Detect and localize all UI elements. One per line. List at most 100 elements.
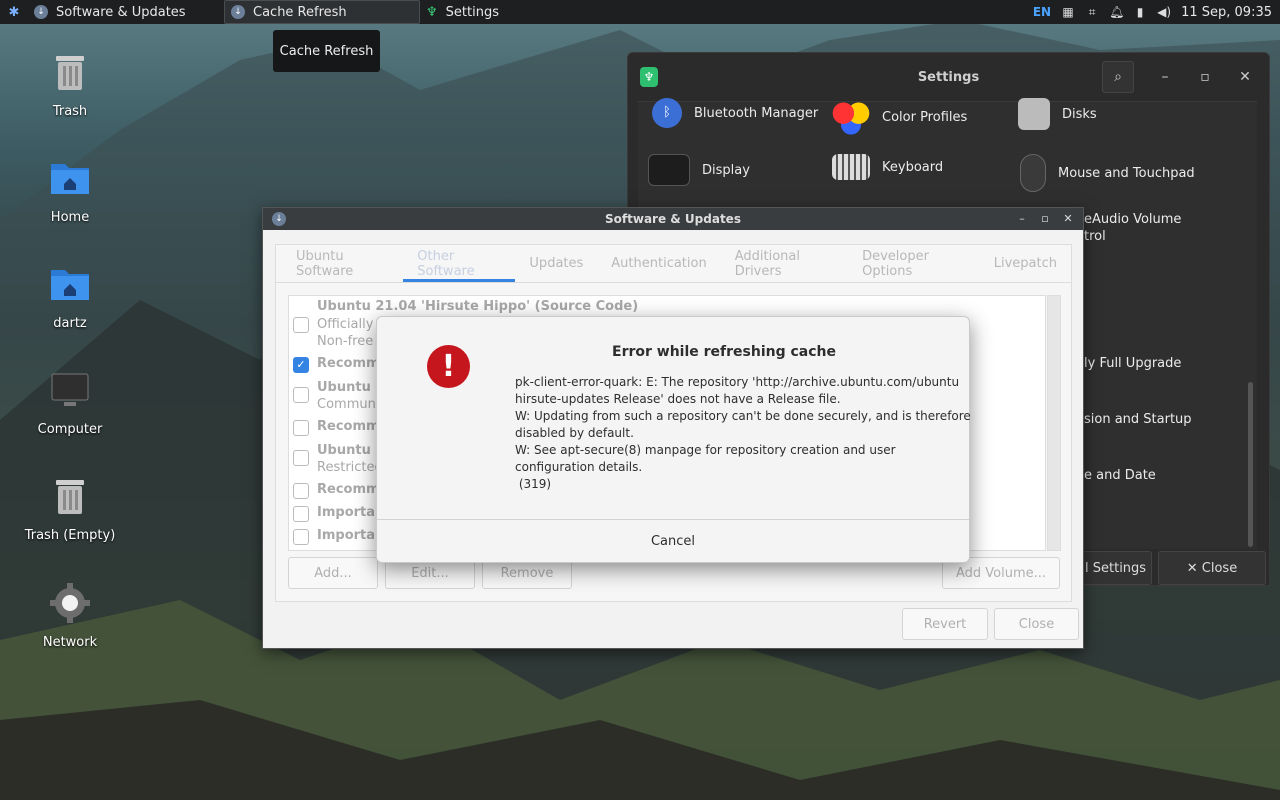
color-profiles-icon (832, 98, 870, 136)
maximize-icon: ▫ (1200, 69, 1210, 85)
keyboard-layout-indicator[interactable]: EN (1033, 5, 1051, 19)
list-item[interactable]: Ubuntu 21.04 'Hirsute Hippo' (Source Cod… (317, 299, 638, 314)
system-tray: EN ▦ ⌗ 🔔︎ ▮ ◀) 11 Sep, 09:35 (1033, 5, 1280, 20)
close-button[interactable]: ✕ (1060, 211, 1076, 227)
taskbar-item-software-updates[interactable]: ↓ Software & Updates (28, 0, 224, 24)
list-item-label: Ubuntu 21.04 'Hirsute Hippo' (Source Cod… (317, 299, 639, 314)
clipboard-icon[interactable]: ▦ (1061, 5, 1075, 19)
settings-item-session-startup[interactable]: sion and Startup (1084, 412, 1192, 427)
window-title: Software & Updates (605, 212, 741, 226)
close-icon: ✕ (1239, 69, 1251, 85)
settings-item-pulseaudio-cont: trol (1084, 229, 1106, 244)
settings-titlebar[interactable]: ♆ Settings ⌕ – ▫ ✕ (628, 53, 1269, 101)
minimize-button[interactable]: – (1149, 61, 1181, 93)
desktop-icon-trash[interactable]: Trash (10, 50, 130, 119)
desktop-icon-label: Trash (52, 104, 88, 119)
minimize-button[interactable]: – (1014, 211, 1030, 227)
settings-item-pulseaudio[interactable]: eAudio Volume (1084, 212, 1181, 227)
tab-other-software[interactable]: Other Software (403, 245, 516, 282)
checkbox[interactable] (293, 483, 309, 499)
settings-item-bluetooth[interactable]: ᛒ Bluetooth Manager (652, 98, 818, 128)
software-updates-icon: ↓ (34, 5, 48, 19)
error-message-line: W: Updating from such a repository can't… (515, 409, 971, 423)
top-panel: ✱ ↓ Software & Updates ↓ Cache Refresh ♆… (0, 0, 1280, 24)
tab-developer-options[interactable]: Developer Options (848, 245, 980, 282)
settings-item-time-date[interactable]: e and Date (1084, 468, 1156, 483)
app-menu-button[interactable]: ✱ (0, 0, 28, 24)
settings-item-label: eAudio Volume (1084, 212, 1182, 227)
taskbar-item-label: Settings (445, 4, 499, 20)
settings-close-button[interactable]: ✕ Close (1158, 551, 1266, 585)
error-message-line: W: See apt-secure(8) manpage for reposit… (515, 443, 896, 457)
checkbox[interactable] (293, 529, 309, 545)
tab-bar: Ubuntu Software Other Software Updates A… (275, 244, 1072, 282)
checkbox[interactable] (293, 387, 309, 403)
trash-icon (56, 56, 84, 90)
search-icon: ⌕ (1114, 69, 1122, 85)
taskbar-item-cache-refresh[interactable]: ↓ Cache Refresh (224, 0, 420, 24)
settings-item-keyboard[interactable]: Keyboard (832, 154, 943, 180)
settings-item-label: Keyboard (882, 159, 944, 175)
desktop-icon-dartz[interactable]: dartz (10, 262, 130, 331)
search-button[interactable]: ⌕ (1102, 61, 1134, 93)
taskbar-item-settings[interactable]: ♆ Settings (420, 0, 505, 24)
desktop-icon-home[interactable]: Home (10, 156, 130, 225)
desktop-icon-label: Home (50, 210, 90, 225)
settings-item-label: Mouse and Touchpad (1058, 165, 1195, 181)
settings-item-label: Bluetooth Manager (694, 105, 819, 121)
display-icon (648, 154, 690, 186)
desktop-icon-label: Trash (Empty) (24, 528, 116, 543)
desktop-icon-label: dartz (53, 316, 87, 331)
scrollbar[interactable] (1248, 382, 1253, 547)
desktop-icon-label: Computer (37, 422, 103, 437)
settings-item-label: sion and Startup (1084, 412, 1192, 427)
tab-livepatch[interactable]: Livepatch (980, 245, 1071, 282)
settings-app-icon: ♆ (640, 67, 658, 87)
desktop-icon-network[interactable]: Network (10, 581, 130, 650)
close-button[interactable]: ✕ (1229, 61, 1261, 93)
checkbox-checked[interactable]: ✓ (293, 357, 309, 373)
network-icon[interactable]: ⌗ (1085, 5, 1099, 19)
add-button[interactable]: Add... (288, 557, 378, 589)
desktop-icon-trash-empty[interactable]: Trash (Empty) (10, 474, 130, 543)
tab-additional-drivers[interactable]: Additional Drivers (721, 245, 848, 282)
maximize-button[interactable]: ▫ (1037, 211, 1053, 227)
tab-updates[interactable]: Updates (515, 245, 597, 282)
checkbox[interactable] (293, 450, 309, 466)
disks-icon (1018, 98, 1050, 130)
list-item-sublabel: Restricted (317, 460, 383, 475)
error-dialog: ! Error while refreshing cache pk-client… (376, 316, 971, 563)
checkbox[interactable] (293, 420, 309, 436)
settings-item-display[interactable]: Display (648, 154, 750, 186)
taskbar-item-label: Software & Updates (56, 4, 186, 20)
cancel-button[interactable]: Cancel (377, 520, 969, 563)
bluetooth-icon: ᛒ (652, 98, 682, 128)
settings-item-color-profiles[interactable]: Color Profiles (832, 98, 967, 136)
software-updates-icon: ↓ (272, 212, 286, 226)
settings-item-label: trol (1084, 229, 1106, 244)
battery-icon[interactable]: ▮ (1133, 5, 1147, 19)
keyboard-icon (832, 154, 870, 180)
checkbox[interactable] (293, 317, 309, 333)
notification-bell-icon[interactable]: 🔔︎ (1109, 5, 1124, 19)
dialog-title: Error while refreshing cache (612, 344, 836, 360)
clock[interactable]: 11 Sep, 09:35 (1181, 5, 1272, 20)
volume-icon[interactable]: ◀) (1157, 5, 1171, 19)
settings-item-full-upgrade[interactable]: ly Full Upgrade (1084, 356, 1181, 371)
tab-ubuntu-software[interactable]: Ubuntu Software (276, 245, 403, 282)
settings-item-disks[interactable]: Disks (1018, 98, 1097, 130)
settings-item-label: Display (702, 162, 750, 178)
scrollbar[interactable] (1047, 295, 1061, 551)
error-icon: ! (427, 345, 470, 388)
tab-authentication[interactable]: Authentication (597, 245, 720, 282)
xfce-logo-icon: ✱ (8, 4, 20, 20)
revert-button[interactable]: Revert (902, 608, 988, 640)
error-message-line: disabled by default. (515, 426, 634, 440)
software-updates-titlebar[interactable]: ↓ Software & Updates – ▫ ✕ (263, 208, 1083, 230)
desktop-icon-computer[interactable]: Computer (10, 368, 130, 437)
settings-item-mouse[interactable]: Mouse and Touchpad (1020, 154, 1195, 192)
mouse-icon (1020, 154, 1046, 192)
checkbox[interactable] (293, 506, 309, 522)
maximize-button[interactable]: ▫ (1189, 61, 1221, 93)
close-button[interactable]: Close (994, 608, 1079, 640)
